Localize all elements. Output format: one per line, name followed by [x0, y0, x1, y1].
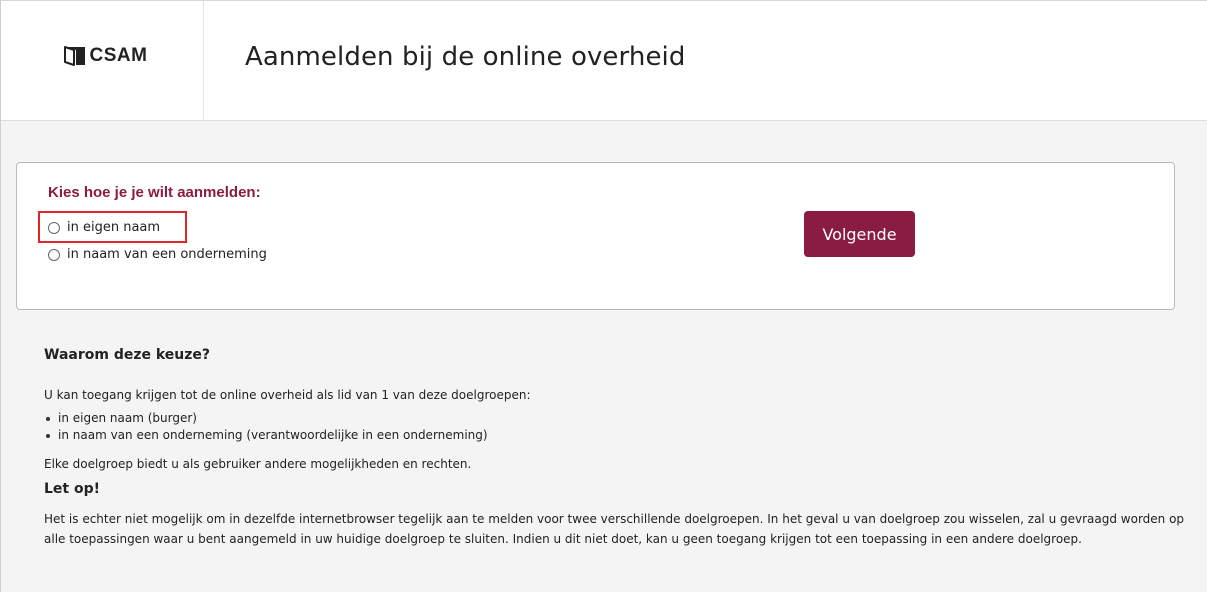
csam-door-icon: [63, 46, 85, 66]
list-item: in naam van een onderneming (verantwoord…: [44, 427, 1194, 444]
logo-cell: CSAM: [1, 1, 204, 121]
radio-option-label: in eigen naam: [67, 220, 161, 235]
info-heading: Waarom deze keuze?: [44, 347, 211, 363]
login-page: CSAM Aanmelden bij de online overheid Ki…: [0, 0, 1207, 592]
logo-text: CSAM: [89, 45, 148, 66]
login-choice-card: Kies hoe je je wilt aanmelden: in eigen …: [16, 162, 1175, 310]
page-title: Aanmelden bij de online overheid: [245, 42, 686, 72]
info-intro: U kan toegang krijgen tot de online over…: [44, 388, 531, 402]
choice-question: Kies hoe je je wilt aanmelden:: [48, 184, 261, 201]
info-rights: Elke doelgroep biedt u als gebruiker and…: [44, 457, 472, 471]
info-section: Waarom deze keuze? U kan toegang krijgen…: [44, 346, 1194, 549]
page-header: CSAM Aanmelden bij de online overheid: [1, 1, 1207, 121]
warning-text: Het is echter niet mogelijk om in dezelf…: [44, 512, 1185, 546]
radio-unchecked-icon[interactable]: [48, 221, 60, 234]
radio-option-own-name[interactable]: in eigen naam: [48, 220, 160, 235]
next-button[interactable]: Volgende: [804, 211, 915, 257]
radio-option-company[interactable]: in naam van een onderneming: [48, 247, 267, 262]
warning-heading: Let op!: [44, 481, 101, 497]
radio-unchecked-icon[interactable]: [48, 248, 60, 261]
csam-logo[interactable]: CSAM: [63, 45, 148, 67]
target-group-list: in eigen naam (burger) in naam van een o…: [44, 410, 1194, 444]
radio-option-label: in naam van een onderneming: [67, 247, 267, 262]
list-item: in eigen naam (burger): [44, 410, 1194, 427]
